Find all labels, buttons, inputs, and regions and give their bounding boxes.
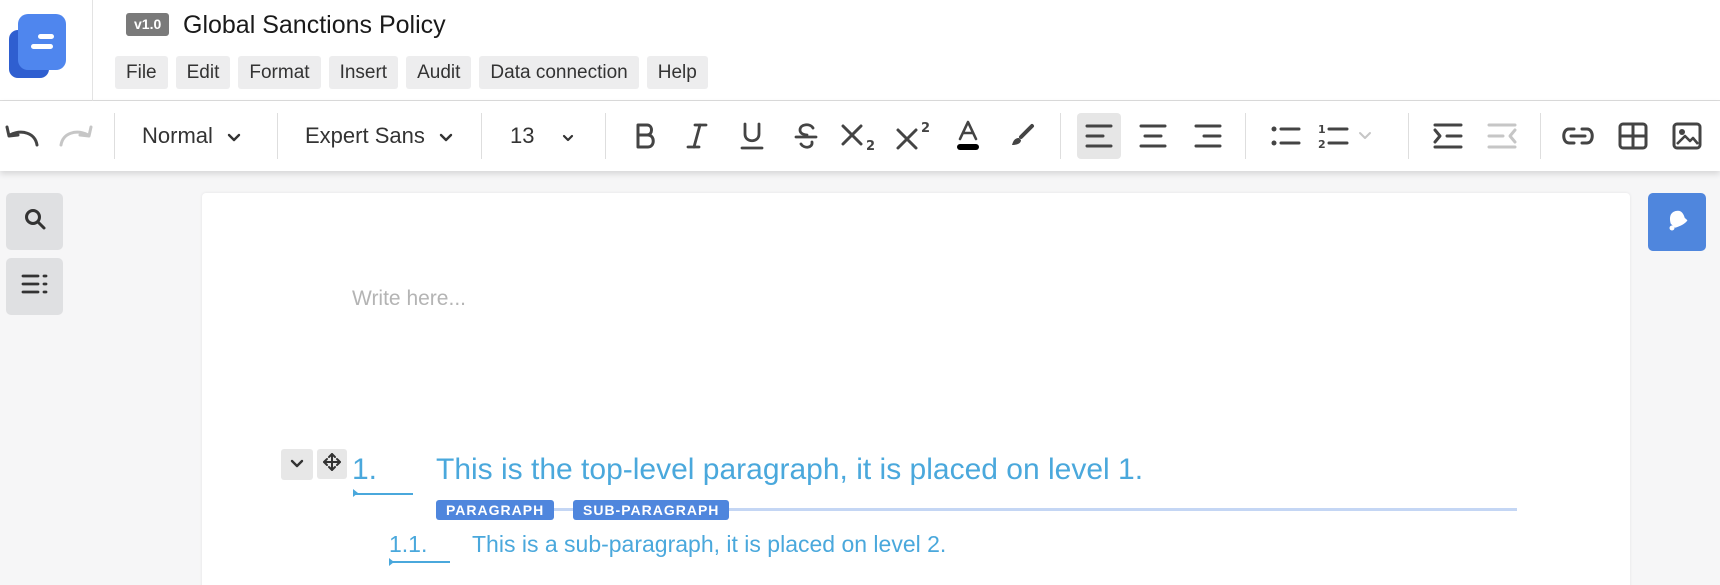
- menu-format[interactable]: Format: [238, 56, 321, 89]
- paragraph-style-value: Normal: [142, 123, 213, 148]
- collapse-button[interactable]: [281, 449, 313, 480]
- app-logo[interactable]: [0, 0, 93, 101]
- indent-icon[interactable]: [1426, 113, 1470, 159]
- numbered-list-icon[interactable]: 12: [1316, 113, 1380, 159]
- svg-text:1: 1: [1318, 123, 1326, 136]
- outline-list-icon: [21, 272, 49, 301]
- align-right-icon[interactable]: [1186, 113, 1230, 159]
- numbering-underline: [389, 561, 450, 563]
- highlight-brush-icon[interactable]: [1002, 113, 1042, 159]
- chevron-down-icon: [290, 456, 304, 474]
- align-left-icon[interactable]: [1077, 113, 1121, 159]
- svg-text:2: 2: [921, 121, 930, 136]
- document-title[interactable]: Global Sanctions Policy: [183, 10, 446, 40]
- chevron-down-icon: [227, 123, 241, 149]
- menu-file[interactable]: File: [115, 56, 168, 89]
- drag-handle[interactable]: [317, 449, 347, 479]
- chevron-down-icon: [562, 123, 574, 149]
- subscript-icon[interactable]: 2: [838, 113, 882, 159]
- svg-text:2: 2: [866, 139, 875, 152]
- notifications-button[interactable]: [1648, 193, 1706, 251]
- font-family-dropdown[interactable]: Expert Sans: [305, 113, 453, 159]
- app-header: v1.0 Global Sanctions Policy File Edit F…: [0, 0, 1720, 101]
- strikethrough-icon[interactable]: [786, 113, 826, 159]
- paragraph-text[interactable]: This is the top-level paragraph, it is p…: [436, 452, 1143, 488]
- subparagraph-number[interactable]: 1.1.: [389, 530, 427, 558]
- image-icon[interactable]: [1665, 113, 1709, 159]
- paragraph-style-dropdown[interactable]: Normal: [142, 113, 241, 159]
- menu-data-connection[interactable]: Data connection: [479, 56, 639, 89]
- editor-placeholder[interactable]: Write here...: [352, 286, 466, 312]
- font-family-value: Expert Sans: [305, 123, 425, 148]
- undo-icon[interactable]: [2, 113, 42, 159]
- underline-icon[interactable]: [732, 113, 772, 159]
- menu-insert[interactable]: Insert: [328, 56, 399, 89]
- menu-edit[interactable]: Edit: [175, 56, 231, 89]
- search-icon: [23, 207, 47, 236]
- chevron-down-icon: [439, 123, 453, 149]
- outdent-icon[interactable]: [1480, 113, 1524, 159]
- italic-icon[interactable]: [677, 113, 717, 159]
- menu-bar: File Edit Format Insert Audit Data conne…: [115, 56, 708, 89]
- version-badge: v1.0: [126, 13, 170, 36]
- table-icon[interactable]: [1611, 113, 1655, 159]
- subparagraph-text[interactable]: This is a sub-paragraph, it is placed on…: [472, 530, 946, 558]
- search-button[interactable]: [6, 193, 63, 250]
- paragraph-number[interactable]: 1.: [352, 452, 377, 488]
- bullet-list-icon[interactable]: [1264, 113, 1308, 159]
- outline-button[interactable]: [6, 258, 63, 315]
- font-size-dropdown[interactable]: 13: [510, 113, 574, 159]
- redo-icon[interactable]: [56, 113, 96, 159]
- menu-audit[interactable]: Audit: [406, 56, 472, 89]
- document-canvas[interactable]: [202, 193, 1630, 585]
- superscript-icon[interactable]: 2: [893, 113, 937, 159]
- bell-icon: [1664, 207, 1690, 238]
- svg-text:2: 2: [1318, 138, 1326, 151]
- paragraph-tag[interactable]: PARAGRAPH: [436, 500, 555, 520]
- bold-icon[interactable]: [625, 113, 665, 159]
- align-center-icon[interactable]: [1131, 113, 1175, 159]
- menu-help[interactable]: Help: [646, 56, 708, 89]
- formatting-toolbar: Normal Expert Sans 13 2 2 1 2: [0, 101, 1720, 171]
- numbering-underline: [353, 493, 413, 495]
- font-size-value: 13: [510, 123, 535, 148]
- text-color-icon[interactable]: [948, 113, 988, 159]
- sub-paragraph-tag[interactable]: SUB-PARAGRAPH: [573, 500, 730, 520]
- move-icon: [322, 452, 342, 477]
- link-icon[interactable]: [1556, 113, 1600, 159]
